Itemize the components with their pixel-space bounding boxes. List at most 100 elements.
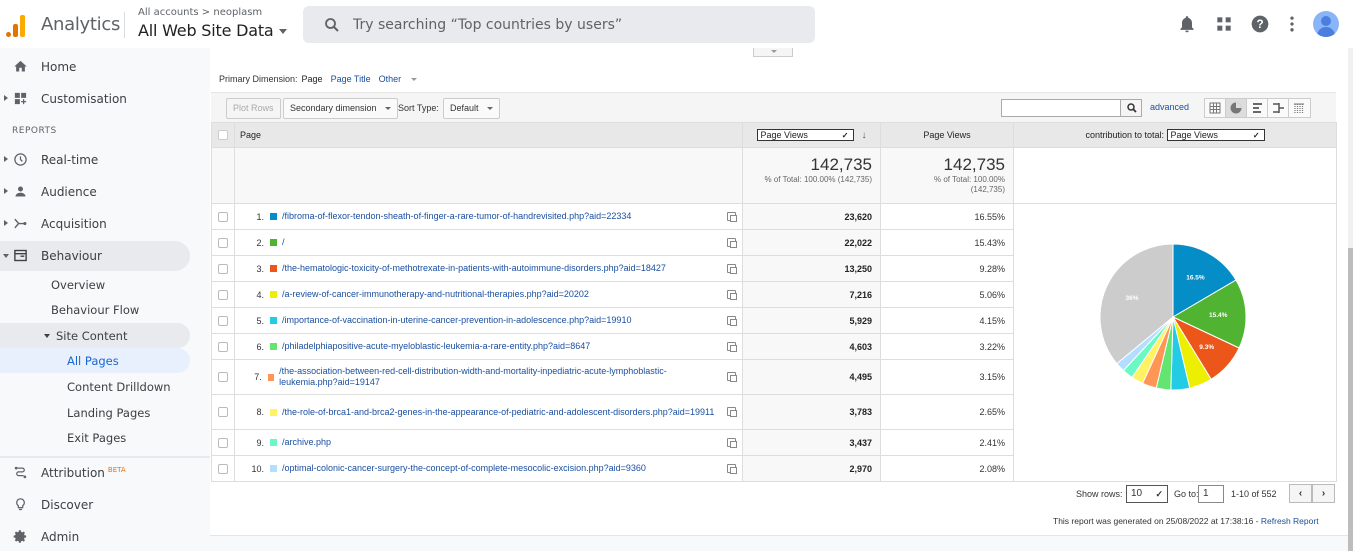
sidebar-subitem-site-content[interactable]: Site Content	[0, 323, 190, 348]
subitem-label: Landing Pages	[67, 406, 151, 420]
data-table: Page Page Views ✓ ↓ Page Views contributio…	[211, 122, 1337, 482]
sidebar-subitem-behaviour-flow[interactable]: Behaviour Flow	[0, 297, 190, 322]
comparison-view-button[interactable]	[1268, 99, 1289, 117]
sidebar-item-attribution[interactable]: Attribution BETA	[0, 458, 190, 488]
next-page-button[interactable]: ›	[1312, 484, 1335, 503]
sidebar-item-behaviour[interactable]: Behaviour	[0, 241, 190, 271]
prev-page-button[interactable]: ‹	[1289, 484, 1312, 503]
open-external-icon[interactable]	[727, 263, 737, 274]
show-rows-label: Show rows:	[1076, 489, 1123, 499]
open-external-icon[interactable]	[727, 341, 737, 352]
expand-arrow-icon	[4, 220, 8, 226]
account-breadcrumb[interactable]: All accounts > neoplasm	[138, 7, 262, 18]
open-external-icon[interactable]	[727, 407, 737, 417]
help-icon[interactable]: ?	[1250, 14, 1270, 34]
search-bar[interactable]	[303, 6, 815, 43]
show-rows-select[interactable]: 10 ✓	[1126, 485, 1168, 503]
table-view-button[interactable]	[1205, 99, 1226, 117]
pivot-view-button[interactable]	[1289, 99, 1310, 117]
page-link[interactable]: /the-association-between-red-cell-distri…	[279, 366, 722, 388]
contribution-select[interactable]: Page Views ✓	[1166, 129, 1265, 141]
sidebar-item-admin[interactable]: Admin	[0, 522, 190, 552]
refresh-report-link[interactable]: Refresh Report	[1261, 516, 1319, 526]
page-link[interactable]: /philadelphiapositive-acute-myeloblastic…	[282, 341, 590, 352]
goto-input[interactable]: 1	[1198, 485, 1224, 503]
page-link[interactable]: /fibroma-of-flexor-tendon-sheath-of-fing…	[282, 211, 631, 222]
row-checkbox[interactable]	[218, 211, 228, 222]
row-checkbox[interactable]	[218, 263, 228, 274]
secondary-dimension-label: Secondary dimension	[290, 103, 377, 113]
page-link[interactable]: /the-hematologic-toxicity-of-methotrexat…	[282, 263, 666, 274]
advanced-filter-link[interactable]: advanced	[1150, 102, 1189, 112]
select-all-checkbox[interactable]	[218, 130, 228, 141]
sort-descending-icon[interactable]: ↓	[862, 130, 867, 141]
account-avatar[interactable]	[1313, 11, 1339, 37]
scrollbar-thumb[interactable]	[1348, 248, 1353, 551]
row-checkbox[interactable]	[218, 407, 228, 418]
search-input[interactable]	[353, 14, 793, 35]
dimension-page[interactable]: Page	[302, 74, 323, 84]
chevron-down-icon: ✓	[1155, 489, 1163, 499]
row-number: 3.	[256, 263, 264, 274]
page-link[interactable]: /importance-of-vaccination-in-uterine-ca…	[282, 315, 631, 326]
column-header-page[interactable]: Page	[234, 122, 743, 148]
performance-view-button[interactable]	[1247, 99, 1268, 117]
secondary-dimension-dropdown[interactable]: Secondary dimension	[283, 98, 398, 119]
row-checkbox[interactable]	[218, 463, 228, 474]
sidebar-subitem-exit-pages[interactable]: Exit Pages	[0, 425, 190, 450]
sidebar-subitem-overview[interactable]: Overview	[0, 272, 190, 297]
row-checkbox[interactable]	[218, 315, 228, 326]
row-checkbox[interactable]	[218, 289, 228, 300]
page-cell: 8. /the-role-of-brca1-and-brca2-genes-in-…	[234, 394, 743, 430]
bell-icon[interactable]	[1177, 14, 1197, 34]
page-views-cell: 3,783	[742, 394, 881, 430]
open-external-icon[interactable]	[727, 315, 737, 326]
table-filter-input[interactable]	[1001, 99, 1121, 117]
page-link[interactable]: /the-role-of-brca1-and-brca2-genes-in-th…	[282, 407, 714, 418]
sidebar-item-discover[interactable]: Discover	[0, 490, 190, 520]
property-selector[interactable]: All Web Site Data	[138, 21, 287, 40]
pie-view-button[interactable]	[1226, 99, 1247, 117]
page-cell: 9. /archive.php	[234, 429, 743, 456]
apps-grid-icon[interactable]	[1214, 14, 1234, 34]
dimension-other[interactable]: Other	[379, 74, 426, 84]
sidebar-subitem-landing-pages[interactable]: Landing Pages	[0, 400, 190, 425]
open-external-icon[interactable]	[727, 289, 737, 300]
column-header-page-views[interactable]: Page Views	[880, 122, 1014, 148]
dimension-page-title[interactable]: Page Title	[331, 74, 371, 84]
sidebar-subitem-all-pages[interactable]: All Pages	[0, 348, 190, 373]
page-link[interactable]: /a-review-of-cancer-immunotherapy-and-nu…	[282, 289, 589, 300]
metric-select[interactable]: Page Views ✓	[756, 129, 854, 141]
sidebar-item-customisation[interactable]: Customisation	[0, 84, 190, 114]
open-external-icon[interactable]	[727, 211, 737, 222]
page-link[interactable]: /	[282, 237, 285, 248]
sidebar-item-audience[interactable]: Audience	[0, 177, 190, 207]
plot-rows-button[interactable]: Plot Rows	[226, 98, 281, 119]
row-number: 1.	[256, 211, 264, 222]
page-link[interactable]: /optimal-colonic-cancer-surgery-the-conc…	[282, 463, 646, 474]
chevron-down-icon: ✓	[841, 131, 849, 140]
page-link[interactable]: /archive.php	[282, 437, 331, 448]
open-external-icon[interactable]	[727, 463, 737, 474]
row-checkbox[interactable]	[218, 372, 228, 383]
sidebar: Home Customisation REPORTS Real-time Aud…	[0, 48, 210, 551]
open-external-icon[interactable]	[727, 237, 737, 248]
sidebar-item-realtime[interactable]: Real-time	[0, 145, 190, 175]
table-filter-search-button[interactable]	[1120, 99, 1142, 117]
series-color-swatch	[270, 408, 277, 416]
sidebar-item-home[interactable]: Home	[0, 52, 190, 82]
page-scrollbar[interactable]	[1348, 48, 1353, 551]
row-checkbox[interactable]	[218, 437, 228, 448]
sort-type-dropdown[interactable]: Default	[443, 98, 500, 119]
sidebar-item-acquisition[interactable]: Acquisition	[0, 209, 190, 239]
row-checkbox[interactable]	[218, 341, 228, 352]
row-checkbox[interactable]	[218, 237, 228, 248]
collapse-chart-toggle[interactable]	[753, 48, 793, 57]
open-external-icon[interactable]	[727, 437, 737, 448]
more-vert-icon[interactable]	[1282, 14, 1302, 34]
lightbulb-icon	[16, 498, 25, 511]
generated-timestamp: This report was generated on 25/08/2022 …	[1053, 516, 1261, 526]
sidebar-subitem-content-drilldown[interactable]: Content Drilldown	[0, 374, 190, 399]
analytics-logo-icon[interactable]	[6, 13, 28, 37]
open-external-icon[interactable]	[727, 372, 737, 382]
